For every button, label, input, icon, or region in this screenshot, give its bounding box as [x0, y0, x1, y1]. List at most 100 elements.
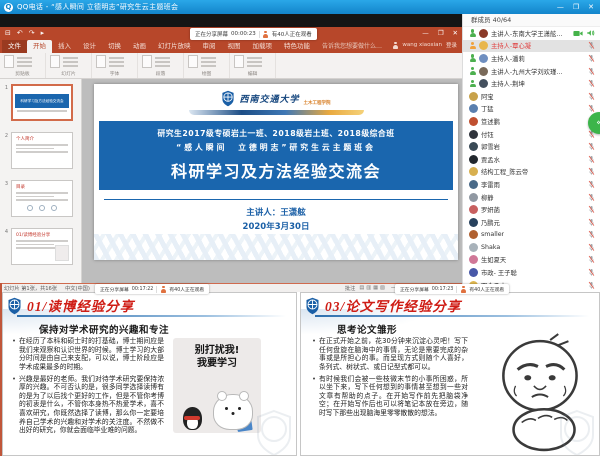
member-row[interactable]: smaller — [463, 229, 600, 242]
member-row[interactable]: 李雷雨 — [463, 178, 600, 191]
member-row[interactable]: 生如夏天 — [463, 254, 600, 267]
avatar — [469, 104, 478, 113]
member-name: 结构工程_陈云帝 — [481, 167, 528, 176]
call-background — [0, 14, 462, 28]
member-row[interactable]: 乃鹏元 — [463, 216, 600, 229]
role-person-icon — [469, 29, 476, 37]
tell-me-box[interactable]: 告诉我您想要做什么… — [316, 40, 382, 53]
avatar — [469, 117, 478, 126]
ribbon-content: 剪贴板幻灯片字体段落绘图编辑 — [0, 53, 462, 79]
ppt-tab-5[interactable]: 切换 — [102, 40, 127, 53]
member-row[interactable]: 阿宝 — [463, 90, 600, 103]
ppt-minimize-icon[interactable]: — — [422, 29, 429, 37]
member-row[interactable]: 笪述鹏 — [463, 115, 600, 128]
ppt-tab-6[interactable]: 动画 — [127, 40, 152, 53]
bullet-paragraph: 在经历了本科和硕士时的打基础，博士期间应是我们来观察和认识世界的时候。博士学习的… — [12, 337, 164, 372]
view-buttons[interactable]: ▤▥▦▧ — [359, 285, 387, 291]
avatar — [469, 230, 478, 239]
ribbon-group: 幻灯片 — [46, 53, 92, 78]
member-name: 丁猛 — [481, 104, 494, 113]
member-row[interactable]: 柳静 — [463, 191, 600, 204]
member-row[interactable]: 主持人-覃心凝 — [463, 40, 600, 53]
member-row[interactable]: 主讲人-九州大学刘欢瑾… — [463, 65, 600, 78]
screen-share-bar[interactable]: 正在分享屏幕 00:00:23 有40人正在观看 — [190, 28, 317, 40]
member-name: 生如夏天 — [481, 255, 506, 264]
ppt-tab-2[interactable]: 开始 — [27, 40, 52, 53]
member-status-icons — [588, 180, 595, 189]
share-timer: 00:17:22 — [132, 287, 154, 292]
panel-title: 03/论文写作经验分享 — [325, 295, 461, 315]
member-status-icons — [588, 268, 595, 277]
ppt-tab-11[interactable]: 特色功能 — [278, 40, 316, 53]
avatar — [469, 193, 478, 202]
undo-icon[interactable]: ↶ — [17, 29, 23, 37]
avatar — [469, 268, 478, 277]
slideshow-icon[interactable]: ▸ — [41, 29, 45, 37]
ppt-tab-1[interactable]: 文件 — [2, 40, 27, 53]
member-name: 贾孟水 — [481, 155, 500, 164]
panel-body: 在经历了本科和硕士时的打基础，博士期间应是我们来观察和认识世界的时候。博士学习的… — [12, 337, 164, 438]
member-row[interactable]: 丁猛 — [463, 103, 600, 116]
experience-panel-writing: 03/论文写作经验分享 思考论文雏形 在正式开始之前，花30分钟来沉淀心灵吧！写… — [300, 292, 600, 456]
ribbon-group: 段落 — [138, 53, 184, 78]
member-status-icons — [588, 167, 595, 176]
notes-button[interactable]: 批注 — [345, 285, 355, 292]
save-icon[interactable]: ⊟ — [5, 29, 11, 37]
account-person-icon — [392, 42, 398, 49]
ppt-tab-9[interactable]: 视图 — [222, 40, 247, 53]
member-status-icons — [588, 205, 595, 214]
member-row[interactable]: 主持人-荆坤 — [463, 77, 600, 90]
slide-thumbnail[interactable]: 2个人简介 — [2, 132, 81, 169]
member-row[interactable]: 市政- 王子聪 — [463, 266, 600, 279]
screen-share-bar[interactable]: 正在分享屏幕 00:17:23 有40人正在观看 — [395, 284, 509, 294]
ppt-account[interactable]: wang xiaoxian 登录 — [392, 41, 457, 49]
ppt-tab-10[interactable]: 加载项 — [247, 40, 279, 53]
member-row[interactable]: 主讲人-东南大学王潇舷… — [463, 27, 600, 40]
member-status-icons — [588, 41, 595, 50]
account-name: wang xiaoxian — [402, 42, 442, 48]
member-row[interactable]: 付钰 — [463, 128, 600, 141]
member-row[interactable]: 罗妍菡 — [463, 203, 600, 216]
redo-icon[interactable]: ↷ — [29, 29, 35, 37]
ribbon-group: 绘图 — [184, 53, 230, 78]
member-status-icons — [588, 255, 595, 264]
screen-share-bar[interactable]: 正在分享屏幕 00:17:22 有40人正在观看 — [95, 284, 209, 294]
ppt-close-icon[interactable]: ✕ — [453, 29, 458, 37]
slide-thumbnail[interactable]: 1科研学习及方法经验交流会 — [2, 84, 81, 121]
close-icon[interactable]: ✕ — [588, 0, 594, 14]
member-row[interactable]: 郭雪岩 — [463, 140, 600, 153]
avatar — [479, 29, 488, 38]
language-indicator: 中文(中国) — [65, 285, 90, 292]
member-name: 市政- 王子聪 — [481, 268, 517, 277]
member-row[interactable]: 结构工程_陈云帝 — [463, 166, 600, 179]
role-person-icon — [469, 80, 476, 88]
member-row[interactable]: 贾孟水 — [463, 153, 600, 166]
mic-muted-icon — [588, 54, 595, 63]
restore-icon[interactable]: ❐ — [573, 0, 579, 14]
ppt-tab-7[interactable]: 幻灯片放映 — [152, 40, 197, 53]
member-row[interactable]: Shaka — [463, 241, 600, 254]
slide-thumbnail[interactable]: 3目录 — [2, 180, 81, 217]
member-name: 李雷雨 — [481, 180, 500, 189]
member-status-icons — [588, 218, 595, 227]
bullet-paragraph: 兴趣是最好的老师。我们对待学术研究要保持浓厚的兴趣。不可否认的是，很多同学选择读… — [12, 375, 164, 435]
meme-text-line1: 别打扰我! — [173, 345, 261, 358]
college-name: 土木工程学院 — [304, 100, 331, 106]
member-count-header: 群成员 40/64 — [463, 14, 600, 27]
qq-title-bar: Q QQ电话 - “感人瞬间 立德明志”研究生云主题班会 — ❐ ✕ — [0, 0, 600, 14]
ribbon-group: 字体 — [92, 53, 138, 78]
meme-text-line2: 我要学习 — [173, 358, 261, 371]
slide-counter: 幻灯片 第1张，共16张 — [4, 285, 57, 292]
slide-thumbnail[interactable]: 401/读博经验分享 — [2, 228, 81, 265]
member-row[interactable]: 主持人-潘莉 — [463, 52, 600, 65]
window-title: QQ电话 - “感人瞬间 立德明志”研究生云主题班会 — [17, 2, 178, 12]
minimize-icon[interactable]: — — [557, 0, 564, 14]
ppt-tab-8[interactable]: 审阅 — [197, 40, 222, 53]
login-label: 登录 — [446, 41, 457, 49]
ppt-restore-icon[interactable]: ❐ — [438, 29, 444, 37]
ppt-tab-4[interactable]: 设计 — [77, 40, 102, 53]
ppt-tab-3[interactable]: 插入 — [52, 40, 77, 53]
member-name: 阿宝 — [481, 92, 494, 101]
panel-heading: 保持对学术研究的兴趣和专注 — [39, 322, 169, 336]
current-slide: 西南交通大学 土木工程学院 研究生2017级专硕岩土一班、2018级岩土班、20… — [94, 84, 458, 260]
